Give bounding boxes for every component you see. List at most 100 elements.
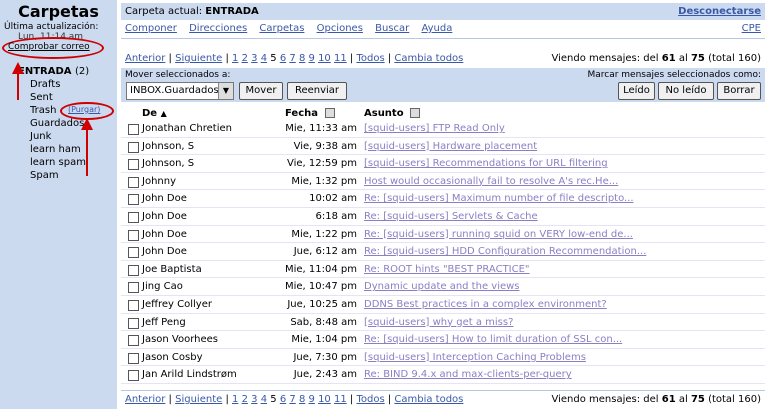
row-subject-link[interactable]: Re: [squid-users] Maximum number of file…	[364, 193, 634, 204]
pager-page-2[interactable]: 2	[242, 394, 248, 405]
row-subject-link[interactable]: Re: BIND 9.4.x and max-clients-per-query	[364, 369, 572, 380]
row-checkbox[interactable]	[128, 352, 139, 364]
row-subject-link[interactable]: Re: ROOT hints "BEST PRACTICE"	[364, 264, 530, 275]
table-row[interactable]: John Doe Jue, 6:12 am Re: [squid-users] HD…	[121, 243, 765, 261]
pager-page-6[interactable]: 6	[280, 53, 286, 64]
row-checkbox[interactable]	[128, 141, 139, 153]
delete-button[interactable]: Borrar	[717, 82, 761, 100]
row-subject-link[interactable]: Re: [squid-users] running squid on VERY …	[364, 229, 633, 240]
folder-guardados[interactable]: Guardados	[30, 118, 84, 129]
row-checkbox[interactable]	[128, 317, 139, 329]
pager-page-9[interactable]: 9	[309, 53, 315, 64]
row-checkbox[interactable]	[128, 229, 139, 241]
pager-all[interactable]: Todos	[356, 53, 384, 64]
pager-page-3[interactable]: 3	[251, 394, 257, 405]
pager-page-2[interactable]: 2	[242, 53, 248, 64]
pager-next[interactable]: Siguiente	[175, 53, 222, 64]
row-subject-link[interactable]: [squid-users] Hardware placement	[364, 141, 537, 152]
pager-prev[interactable]: Anterior	[125, 53, 165, 64]
mark-unread-button[interactable]: No leído	[658, 82, 714, 100]
chevron-down-icon[interactable]: ▼	[218, 83, 233, 99]
row-subject-link[interactable]: Host would occasionally fail to resolve …	[364, 176, 618, 187]
pager-toggle-all[interactable]: Cambia todos	[394, 394, 463, 405]
pager-page-7[interactable]: 7	[289, 394, 295, 405]
purge-trash-link[interactable]: (Purgar)	[68, 105, 100, 114]
logout-link[interactable]: Desconectarse	[678, 6, 761, 17]
row-checkbox[interactable]	[128, 247, 139, 259]
move-button[interactable]: Mover	[239, 82, 283, 100]
sort-icon[interactable]	[324, 108, 335, 118]
table-row[interactable]: Jason Cosby Jue, 7:30 pm [squid-users] Int…	[121, 349, 765, 367]
menu-search[interactable]: Buscar	[375, 23, 409, 34]
pager-page-9[interactable]: 9	[309, 394, 315, 405]
folder-sent[interactable]: Sent	[30, 92, 53, 103]
row-checkbox[interactable]	[128, 211, 139, 223]
table-row[interactable]: John Doe 6:18 am Re: [squid-users] Servlet…	[121, 208, 765, 226]
table-row[interactable]: Jason Voorhees Mie, 1:04 pm Re: [squid-use…	[121, 331, 765, 349]
folder-learn-ham[interactable]: learn ham	[30, 144, 81, 155]
table-row[interactable]: Johnny Mie, 1:32 pm Host would occasionall…	[121, 173, 765, 191]
menu-folders[interactable]: Carpetas	[259, 23, 304, 34]
folder-drafts[interactable]: Drafts	[30, 79, 60, 90]
row-subject-link[interactable]: [squid-users] FTP Read Only	[364, 123, 505, 134]
row-subject-link[interactable]: Re: [squid-users] HDD Configuration Reco…	[364, 246, 646, 257]
table-row[interactable]: John Doe 10:02 am Re: [squid-users] Maximu…	[121, 190, 765, 208]
row-subject-link[interactable]: Re: [squid-users] Servlets & Cache	[364, 211, 538, 222]
folder-junk[interactable]: Junk	[30, 131, 51, 142]
table-row[interactable]: Jing Cao Mie, 10:47 pm Dynamic update and …	[121, 278, 765, 296]
pager-all[interactable]: Todos	[356, 394, 384, 405]
pager-page-10[interactable]: 10	[318, 394, 331, 405]
pager-page-4[interactable]: 4	[261, 53, 267, 64]
sort-icon[interactable]	[410, 108, 421, 118]
pager-page-7[interactable]: 7	[289, 53, 295, 64]
folder-spam[interactable]: Spam	[30, 170, 59, 181]
table-row[interactable]: Johnson, S Vie, 12:59 pm [squid-users] Rec…	[121, 155, 765, 173]
pager-page-1[interactable]: 1	[232, 394, 238, 405]
row-subject-link[interactable]: [squid-users] Interception Caching Probl…	[364, 352, 586, 363]
sort-asc-icon[interactable]: ▲	[161, 109, 167, 118]
pager-next[interactable]: Siguiente	[175, 394, 222, 405]
row-checkbox[interactable]	[128, 370, 139, 382]
table-row[interactable]: John Doe Mie, 1:22 pm Re: [squid-users] ru…	[121, 226, 765, 244]
pager-prev[interactable]: Anterior	[125, 394, 165, 405]
folder-learn-spam[interactable]: learn spam	[30, 157, 86, 168]
menu-help[interactable]: Ayuda	[421, 23, 452, 34]
pager-page-10[interactable]: 10	[318, 53, 331, 64]
row-subject-link[interactable]: Re: [squid-users] How to limit duration …	[364, 334, 622, 345]
row-checkbox[interactable]	[128, 335, 139, 347]
row-checkbox[interactable]	[128, 176, 139, 188]
row-subject-link[interactable]: DDNS Best practices in a complex environ…	[364, 299, 607, 310]
check-mail-link[interactable]: Comprobar correo	[8, 42, 90, 52]
column-subject[interactable]: Asunto	[364, 108, 421, 119]
pager-page-1[interactable]: 1	[232, 53, 238, 64]
row-subject-link[interactable]: [squid-users] Recommendations for URL fi…	[364, 158, 608, 169]
row-checkbox[interactable]	[128, 299, 139, 311]
pager-page-11[interactable]: 11	[334, 53, 347, 64]
menu-addresses[interactable]: Direcciones	[189, 23, 247, 34]
table-row[interactable]: Jonathan Chretien Mie, 11:33 am [squid-use…	[121, 120, 765, 138]
row-subject-link[interactable]: [squid-users] why get a miss?	[364, 317, 513, 328]
table-row[interactable]: Jan Arild Lindstrøm Jue, 2:43 am Re: BIND …	[121, 366, 765, 384]
row-checkbox[interactable]	[128, 194, 139, 206]
column-date[interactable]: Fecha	[285, 108, 335, 119]
forward-button[interactable]: Reenviar	[287, 82, 347, 100]
row-subject-link[interactable]: Dynamic update and the views	[364, 281, 520, 292]
pager-toggle-all[interactable]: Cambia todos	[394, 53, 463, 64]
move-target-select[interactable]: INBOX.Guardados ▼	[126, 82, 234, 100]
table-row[interactable]: Joe Baptista Mie, 11:04 pm Re: ROOT hints …	[121, 261, 765, 279]
pager-page-8[interactable]: 8	[299, 53, 305, 64]
menu-options[interactable]: Opciones	[317, 23, 363, 34]
row-checkbox[interactable]	[128, 124, 139, 135]
folder-trash[interactable]: Trash	[30, 105, 56, 116]
folder-inbox[interactable]: ENTRADA (2)	[18, 66, 89, 77]
pager-page-6[interactable]: 6	[280, 394, 286, 405]
row-checkbox[interactable]	[128, 264, 139, 276]
pager-page-8[interactable]: 8	[299, 394, 305, 405]
menu-compose[interactable]: Componer	[125, 23, 177, 34]
pager-page-3[interactable]: 3	[251, 53, 257, 64]
table-row[interactable]: Jeff Peng Sab, 8:48 am [squid-users] why g…	[121, 314, 765, 332]
pager-page-4[interactable]: 4	[261, 394, 267, 405]
pager-page-11[interactable]: 11	[334, 394, 347, 405]
table-row[interactable]: Johnson, S Vie, 9:38 am [squid-users] Hard…	[121, 138, 765, 156]
row-checkbox[interactable]	[128, 282, 139, 294]
